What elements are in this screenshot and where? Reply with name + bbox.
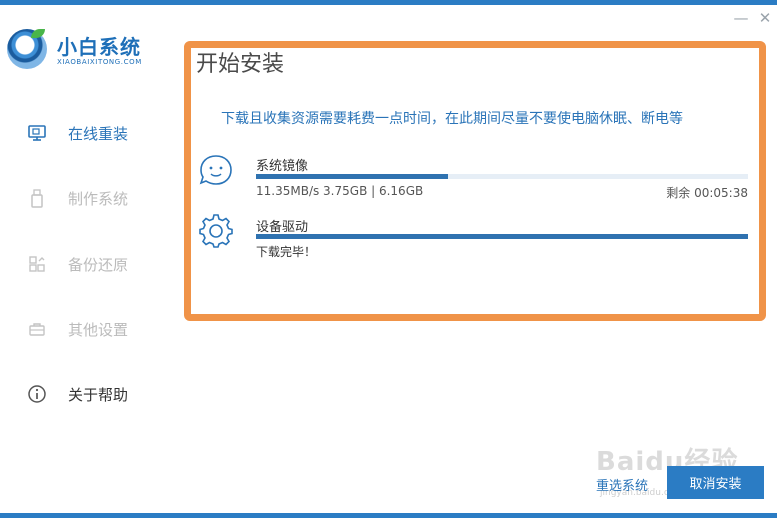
sidebar-item-label: 其他设置 xyxy=(68,320,129,339)
toolbox-icon xyxy=(26,318,48,340)
backup-icon xyxy=(26,253,48,275)
sidebar-item-label: 备份还原 xyxy=(68,255,129,274)
usb-icon xyxy=(26,187,48,209)
sidebar-item-other-settings[interactable]: 其他设置 xyxy=(26,316,128,342)
monitor-icon xyxy=(26,122,48,144)
reselect-system-button[interactable]: 重选系统 xyxy=(596,475,648,494)
sidebar-item-make-system[interactable]: 制作系统 xyxy=(26,185,128,211)
sidebar-item-label: 制作系统 xyxy=(68,189,129,208)
sidebar-item-label: 关于帮助 xyxy=(68,385,129,404)
sidebar-item-about-help[interactable]: 关于帮助 xyxy=(26,381,128,407)
bottom-accent-strip xyxy=(0,513,777,518)
app-title: 小白系统 xyxy=(57,35,141,59)
top-accent-strip xyxy=(0,0,777,5)
highlight-frame xyxy=(184,41,766,321)
sidebar-item-backup-restore[interactable]: 备份还原 xyxy=(26,251,128,277)
close-button[interactable]: ✕ xyxy=(756,9,774,27)
info-icon xyxy=(26,383,48,405)
app-logo: 小白系统 XIAOBAIXITONG.COM xyxy=(7,27,177,75)
sidebar-item-label: 在线重装 xyxy=(68,124,129,143)
sidebar-item-online-reinstall[interactable]: 在线重装 xyxy=(26,120,128,146)
cancel-install-button[interactable]: 取消安装 xyxy=(667,466,764,499)
app-domain: XIAOBAIXITONG.COM xyxy=(57,58,142,66)
minimize-button[interactable]: — xyxy=(732,9,750,27)
